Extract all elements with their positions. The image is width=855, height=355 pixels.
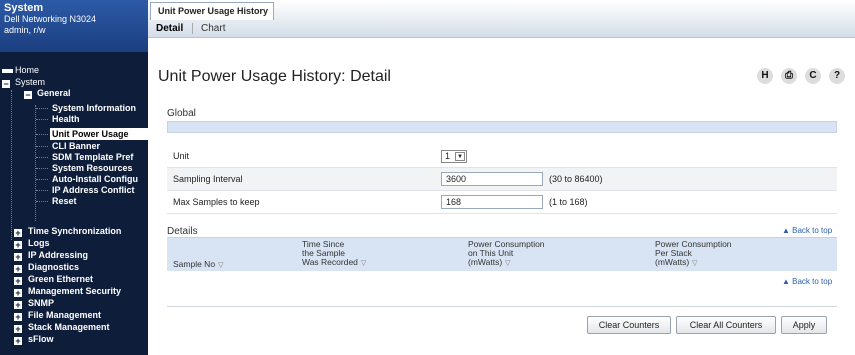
sidebar-item-unit-power-usage[interactable]: Unit Power Usage <box>50 128 148 140</box>
chevron-down-icon[interactable]: ▼ <box>455 152 465 161</box>
expand-icon[interactable]: + <box>14 337 22 346</box>
sort-icon[interactable]: ▽ <box>361 260 366 267</box>
user-info: admin, r/w <box>4 25 46 35</box>
expand-icon[interactable]: + <box>14 265 22 274</box>
divider <box>167 306 837 307</box>
sort-icon[interactable]: ▽ <box>692 260 697 267</box>
unit-label: Unit <box>173 151 190 161</box>
tree-branch <box>36 146 48 147</box>
subtab-chart[interactable]: Chart <box>192 23 226 34</box>
sidebar-item-general[interactable]: General <box>37 87 71 99</box>
sidebar-item-reset[interactable]: Reset <box>52 195 148 207</box>
expand-icon[interactable]: + <box>14 229 22 238</box>
max-samples-input[interactable]: 168 <box>441 195 543 209</box>
tree-line <box>11 90 12 240</box>
column-time-since[interactable]: Time Since the Sample Was Recorded ▽ <box>302 240 366 268</box>
apply-button[interactable]: Apply <box>781 316 827 334</box>
tree-branch <box>36 179 48 180</box>
sidebar-item-file-management[interactable]: File Management <box>28 309 101 321</box>
sidebar-item-diagnostics[interactable]: Diagnostics <box>28 261 79 273</box>
max-samples-range: (1 to 168) <box>549 197 588 207</box>
unit-select[interactable]: 1 ▼ <box>441 150 467 163</box>
expand-icon[interactable]: + <box>14 253 22 262</box>
global-settings-table: Unit 1 ▼ Sampling Interval 3600 (30 to 8… <box>167 121 837 214</box>
unit-select-value: 1 <box>445 151 451 161</box>
section-global-heading: Global <box>167 108 196 119</box>
column-label: Sample No <box>173 259 216 269</box>
sort-icon[interactable]: ▽ <box>218 262 223 269</box>
expand-icon[interactable]: + <box>14 241 22 250</box>
navigation-sidebar: System Dell Networking N3024 admin, r/w … <box>0 0 148 355</box>
sampling-interval-input[interactable]: 3600 <box>441 172 543 186</box>
unit-row: Unit 1 ▼ <box>167 145 837 168</box>
tab-unit-power-usage-history[interactable]: Unit Power Usage History <box>150 2 274 20</box>
save-icon[interactable]: H <box>757 68 773 84</box>
tree-branch <box>36 201 48 202</box>
sidebar-header: System Dell Networking N3024 admin, r/w <box>0 0 148 52</box>
back-to-top-link[interactable]: ▲ Back to top <box>782 226 832 235</box>
back-to-top-label: Back to top <box>792 277 833 286</box>
max-samples-label: Max Samples to keep <box>173 197 260 207</box>
sidebar-item-stack-management[interactable]: Stack Management <box>28 321 110 333</box>
max-samples-row: Max Samples to keep 168 (1 to 168) <box>167 191 837 214</box>
sidebar-item-snmp[interactable]: SNMP <box>28 297 54 309</box>
table-header <box>167 121 837 133</box>
main-content: Unit Power Usage History Detail Chart Un… <box>148 0 855 355</box>
expand-icon[interactable]: + <box>14 289 22 298</box>
tab-bar: Unit Power Usage History Detail Chart <box>148 0 855 38</box>
sidebar-item-logs[interactable]: Logs <box>28 237 50 249</box>
tree-branch <box>36 190 48 191</box>
column-label: (mWatts) <box>468 257 503 267</box>
tree-branch <box>36 119 48 120</box>
expand-icon[interactable]: + <box>14 301 22 310</box>
sort-icon[interactable]: ▽ <box>505 260 510 267</box>
subtab-detail[interactable]: Detail <box>156 23 183 34</box>
sidebar-item-management-security[interactable]: Management Security <box>28 285 121 297</box>
sidebar-item-green-ethernet[interactable]: Green Ethernet <box>28 273 93 285</box>
tree-branch <box>36 157 48 158</box>
column-label: Was Recorded <box>302 257 358 267</box>
tree-line <box>35 105 36 221</box>
clear-all-counters-button[interactable]: Clear All Counters <box>676 316 776 334</box>
column-power-unit[interactable]: Power Consumption on This Unit (mWatts) ▽ <box>468 240 545 268</box>
back-to-top-link[interactable]: ▲ Back to top <box>782 277 832 286</box>
sidebar-item-ip-addressing[interactable]: IP Addressing <box>28 249 88 261</box>
expand-icon[interactable]: + <box>14 277 22 286</box>
tree-branch <box>36 168 48 169</box>
home-icon <box>2 69 13 73</box>
help-icon[interactable]: ? <box>829 68 845 84</box>
collapse-icon[interactable]: − <box>24 91 32 100</box>
sampling-interval-label: Sampling Interval <box>173 174 243 184</box>
column-power-stack[interactable]: Power Consumption Per Stack (mWatts) ▽ <box>655 240 732 268</box>
device-name: Dell Networking N3024 <box>4 14 97 24</box>
tree-branch <box>36 108 48 109</box>
sidebar-item-home[interactable]: Home <box>15 64 39 76</box>
print-icon[interactable]: ⎙ <box>781 68 797 84</box>
section-details-heading: Details <box>167 226 198 237</box>
sampling-interval-row: Sampling Interval 3600 (30 to 86400) <box>167 168 837 191</box>
subtab-bar: Detail Chart <box>156 22 231 36</box>
back-to-top-label: Back to top <box>792 226 833 235</box>
table-spacer <box>167 133 837 145</box>
sidebar-item-sflow[interactable]: sFlow <box>28 333 54 345</box>
sidebar-item-health[interactable]: Health <box>52 113 148 125</box>
column-label: (mWatts) <box>655 257 690 267</box>
clear-counters-button[interactable]: Clear Counters <box>587 316 671 334</box>
sampling-interval-range: (30 to 86400) <box>549 174 603 184</box>
tree-branch <box>36 134 48 135</box>
expand-icon[interactable]: + <box>14 325 22 334</box>
page-title: Unit Power Usage History: Detail <box>158 68 391 85</box>
details-table-header: Sample No ▽ Time Since the Sample Was Rec… <box>167 237 837 271</box>
column-sample-no[interactable]: Sample No ▽ <box>173 260 223 270</box>
collapse-icon[interactable]: − <box>2 80 10 89</box>
sidebar-item-time-sync[interactable]: Time Synchronization <box>28 225 121 237</box>
refresh-icon[interactable]: C <box>805 68 821 84</box>
sidebar-title: System <box>4 2 44 14</box>
expand-icon[interactable]: + <box>14 313 22 322</box>
